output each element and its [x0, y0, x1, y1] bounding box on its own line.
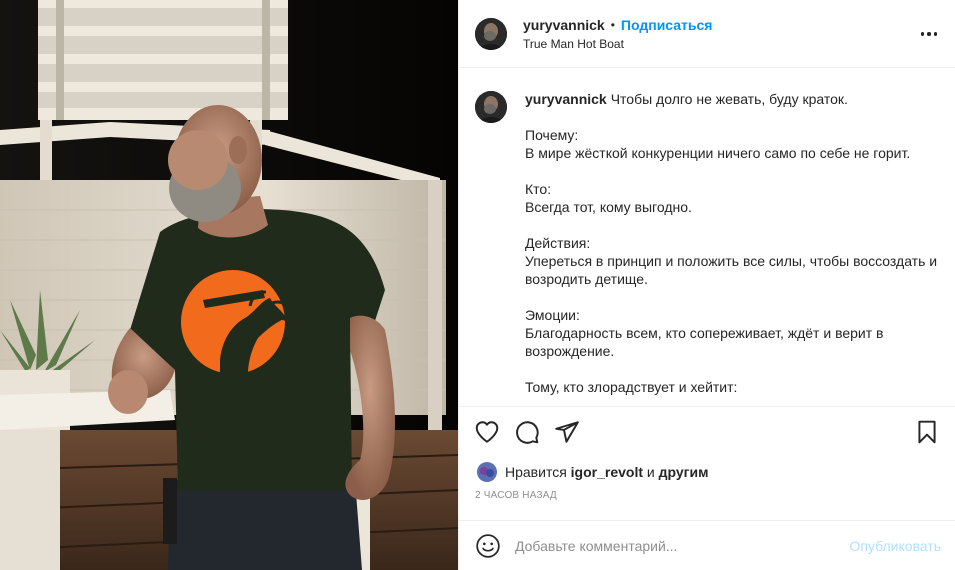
post-side-panel: yuryvannick • Подписаться True Man Hot B… [458, 0, 955, 570]
header-line: yuryvannick • Подписаться [523, 17, 712, 33]
add-comment-bar: Опубликовать [459, 520, 955, 570]
caption-line: Всегда тот, кому выгодно. [525, 199, 692, 215]
emoji-button[interactable] [475, 533, 501, 559]
header-text: yuryvannick • Подписаться True Man Hot B… [523, 17, 712, 51]
post-header: yuryvannick • Подписаться True Man Hot B… [459, 0, 955, 68]
comments-section[interactable]: yuryvannick Чтобы долго не жевать, буду к… [459, 68, 955, 406]
action-bar [459, 406, 955, 456]
header-separator: • [610, 17, 615, 32]
likes-others-link[interactable]: другим [659, 464, 709, 480]
caption-line: Действия: [525, 235, 591, 251]
caption-gap [525, 360, 939, 378]
caption-line: В мире жёсткой конкуренции ничего само п… [525, 145, 911, 161]
caption-line: Эмоции: [525, 307, 580, 323]
likes-summary: Нравится igor_revolt и другим [459, 456, 955, 488]
likes-prefix: Нравится [505, 464, 567, 480]
smiley-icon [476, 533, 500, 558]
post-photo-image [0, 0, 458, 570]
comment-input[interactable] [515, 537, 850, 554]
likes-connector: и [646, 464, 655, 480]
caption-gap [525, 216, 939, 234]
caption-gap [525, 162, 939, 180]
save-button[interactable] [913, 418, 941, 446]
caption-gap [525, 108, 939, 126]
caption-line: Упереться в принцип и положить все силы,… [525, 253, 938, 287]
more-dot [920, 32, 925, 36]
caption-line: Благодарность всем, кто сопереживает, жд… [525, 325, 884, 359]
author-avatar[interactable] [475, 17, 507, 50]
caption-line: Кто: [525, 181, 552, 197]
caption-line: Почему: [525, 127, 579, 143]
publish-button[interactable]: Опубликовать [849, 538, 941, 554]
post-location[interactable]: True Man Hot Boat [523, 37, 712, 51]
paper-plane-icon [555, 420, 579, 443]
caption-line: Тому, кто злорадствует и хейтит: [525, 379, 738, 395]
bookmark-icon [918, 420, 936, 443]
share-button[interactable] [553, 418, 581, 446]
caption-gap [525, 288, 939, 306]
caption-author-avatar[interactable] [475, 91, 507, 123]
comment-button[interactable] [513, 418, 541, 446]
author-avatar-image [475, 17, 507, 50]
heart-icon [475, 420, 499, 443]
liker-username[interactable]: igor_revolt [571, 464, 643, 480]
liker-avatar[interactable] [477, 462, 497, 482]
post-photo[interactable] [0, 0, 458, 570]
post-timestamp[interactable]: 2 часов назад [459, 488, 955, 508]
author-username[interactable]: yuryvannick [523, 17, 605, 33]
instagram-post: yuryvannick • Подписаться True Man Hot B… [0, 0, 955, 570]
more-options-icon[interactable] [917, 24, 941, 44]
post-caption: yuryvannick Чтобы долго не жевать, буду к… [525, 90, 939, 406]
caption-line: yuryvannick Чтобы долго не жевать, буду к… [525, 90, 939, 108]
follow-button[interactable]: Подписаться [621, 17, 713, 33]
more-dot [927, 32, 931, 36]
caption-author-avatar-image [475, 91, 507, 123]
more-dot [933, 32, 938, 36]
caption-username[interactable]: yuryvannick [525, 91, 607, 107]
caption-text: Чтобы долго не жевать, буду краток. [610, 91, 848, 107]
liker-avatar-image [477, 462, 497, 482]
like-button[interactable] [473, 418, 501, 446]
comment-icon [516, 420, 539, 444]
